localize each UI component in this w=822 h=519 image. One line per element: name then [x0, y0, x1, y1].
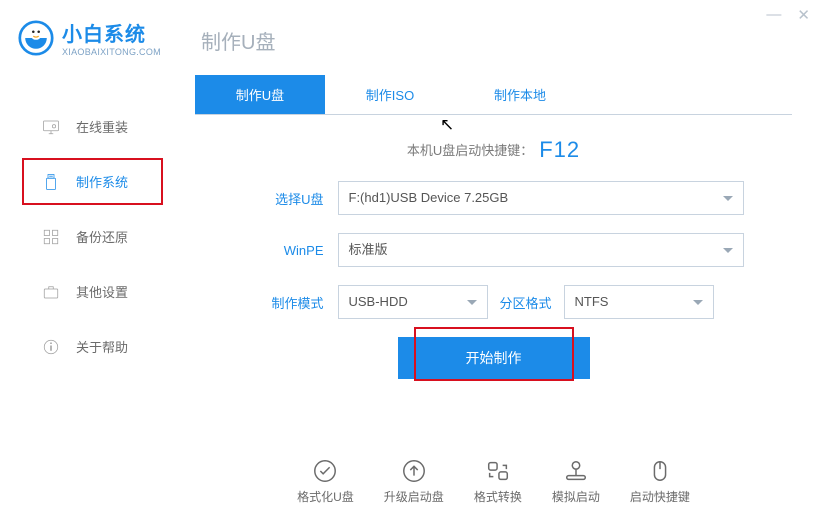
- main-panel: 制作U盘 制作U盘 制作ISO 制作本地 ↖ 本机U盘启动快捷键：F12 选择U…: [185, 0, 822, 519]
- chevron-down-icon: [723, 248, 733, 253]
- sidebar-item-backup-restore[interactable]: 备份还原: [0, 209, 185, 264]
- briefcase-icon: [42, 283, 60, 301]
- logo-title: 小白系统: [62, 18, 161, 47]
- mouse-icon: [647, 458, 673, 484]
- convert-format-button[interactable]: 格式转换: [474, 458, 522, 505]
- sidebar-item-label: 其他设置: [76, 282, 128, 301]
- joystick-icon: [563, 458, 589, 484]
- partition-label: 分区格式: [500, 293, 552, 312]
- mode-label: 制作模式: [244, 293, 324, 312]
- cursor-icon: ↖: [440, 115, 454, 135]
- partition-select[interactable]: NTFS: [564, 285, 714, 319]
- sidebar-item-online-reinstall[interactable]: 在线重装: [0, 99, 185, 154]
- sidebar-item-label: 备份还原: [76, 227, 128, 246]
- tabs: 制作U盘 制作ISO 制作本地: [195, 75, 792, 115]
- boot-key-hint: 本机U盘启动快捷键：F12: [195, 137, 792, 163]
- usb-select[interactable]: F:(hd1)USB Device 7.25GB: [338, 181, 744, 215]
- usb-icon: [42, 173, 60, 191]
- simulate-boot-button[interactable]: 模拟启动: [552, 458, 600, 505]
- sidebar-item-about-help[interactable]: 关于帮助: [0, 319, 185, 374]
- chevron-down-icon: [467, 300, 477, 305]
- grid-icon: [42, 228, 60, 246]
- chevron-down-icon: [693, 300, 703, 305]
- winpe-label: WinPE: [244, 243, 324, 258]
- start-make-button[interactable]: 开始制作: [398, 337, 590, 379]
- sidebar-item-label: 制作系统: [76, 172, 128, 191]
- chevron-down-icon: [723, 196, 733, 201]
- sidebar-item-make-system[interactable]: 制作系统: [0, 154, 185, 209]
- check-circle-icon: [312, 458, 338, 484]
- info-icon: [42, 338, 60, 356]
- logo-subtitle: XIAOBAIXITONG.COM: [62, 47, 161, 57]
- winpe-select[interactable]: 标准版: [338, 233, 744, 267]
- tab-make-usb[interactable]: 制作U盘: [195, 75, 325, 114]
- close-button[interactable]: ✕: [797, 6, 810, 24]
- sidebar-item-label: 在线重装: [76, 117, 128, 136]
- swap-icon: [485, 458, 511, 484]
- upgrade-boot-button[interactable]: 升级启动盘: [384, 458, 444, 505]
- app-logo: 小白系统 XIAOBAIXITONG.COM: [0, 18, 185, 69]
- bottom-toolbar: 格式化U盘 升级启动盘 格式转换 模拟启动 启动快捷键: [195, 450, 792, 505]
- format-usb-button[interactable]: 格式化U盘: [297, 458, 354, 505]
- monitor-icon: [42, 118, 60, 136]
- sidebar-item-label: 关于帮助: [76, 337, 128, 356]
- tab-make-local[interactable]: 制作本地: [455, 75, 585, 114]
- mode-select[interactable]: USB-HDD: [338, 285, 488, 319]
- page-title: 制作U盘: [201, 26, 792, 55]
- minimize-button[interactable]: —: [766, 6, 781, 24]
- usb-select-label: 选择U盘: [244, 189, 324, 208]
- logo-icon: [18, 20, 54, 56]
- sidebar: 小白系统 XIAOBAIXITONG.COM 在线重装 制作系统 备份还原 其他…: [0, 0, 185, 519]
- boot-shortcut-button[interactable]: 启动快捷键: [630, 458, 690, 505]
- boot-key: F12: [539, 137, 580, 162]
- tab-make-iso[interactable]: 制作ISO: [325, 75, 455, 114]
- sidebar-item-other-settings[interactable]: 其他设置: [0, 264, 185, 319]
- upload-circle-icon: [401, 458, 427, 484]
